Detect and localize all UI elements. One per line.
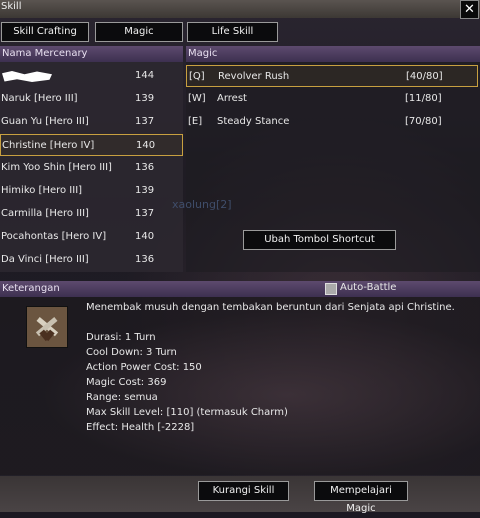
mercenary-row[interactable]: Kim Yoo Shin [Hero III] 136 [0,157,183,179]
mercenary-name: Kim Yoo Shin [Hero III] [1,162,112,173]
skill-cooldown: Cool Down: 3 Turn [86,347,177,358]
mercenary-name: Himiko [Hero III] [1,185,83,196]
skill-hotkey: [W] [188,93,206,104]
skill-name: Arrest [217,93,247,104]
mercenary-level: 137 [135,208,155,219]
tab-skill-crafting[interactable]: Skill Crafting [1,22,89,42]
mercenary-row[interactable]: Guan Yu [Hero III] 137 [0,111,183,133]
skill-row[interactable]: [E] Steady Stance [70/80] [186,111,478,133]
skill-summary: Menembak musuh dengan tembakan beruntun … [86,302,455,313]
skill-points: [40/80] [406,71,443,82]
skill-action-power-cost: Action Power Cost: 150 [86,362,202,373]
close-button[interactable]: ✕ [460,0,479,19]
mercenary-level: 140 [135,231,155,242]
mercenary-name: Guan Yu [Hero III] [1,116,89,127]
mercenary-row[interactable]: Himiko [Hero III] 139 [0,180,183,202]
mercenary-level: 140 [136,140,156,151]
mercenary-level: 136 [135,254,155,265]
mercenary-row[interactable]: Da Vinci [Hero III] 136 [0,249,183,271]
change-shortcut-button[interactable]: Ubah Tombol Shortcut [243,230,396,250]
mercenary-name: Pocahontas [Hero IV] [1,231,107,242]
auto-battle-label: Auto-Battle [340,282,397,293]
mercenary-row[interactable]: Carmilla [Hero III] 137 [0,203,183,225]
mercenary-name: Carmilla [Hero III] [1,208,89,219]
skill-name: Revolver Rush [218,71,290,82]
mercenary-row[interactable]: Pocahontas [Hero IV] 140 [0,226,183,248]
mercenary-name: Naruk [Hero III] [1,93,78,104]
mercenary-row[interactable]: 144 [0,65,183,87]
skill-window: Skill ✕ Skill Crafting Magic Life Skill … [0,0,480,514]
skill-row-selected[interactable]: [Q] Revolver Rush [40/80] [186,65,478,87]
skill-hotkey: [E] [188,116,203,127]
mercenary-level: 139 [135,185,155,196]
close-icon: ✕ [464,2,475,17]
reduce-skill-button[interactable]: Kurangi Skill [198,481,289,501]
title-bar: Skill [0,0,480,18]
skill-points: [11/80] [405,93,442,104]
mercenary-level: 139 [135,93,155,104]
skill-effect: Effect: Health [-2228] [86,422,195,433]
mercenary-list-header: Nama Mercenary [0,46,183,62]
tab-magic[interactable]: Magic [95,22,183,42]
mercenary-row[interactable]: Naruk [Hero III] 139 [0,88,183,110]
skill-icon [26,306,68,348]
skill-points: [70/80] [405,116,442,127]
skill-range: Range: semua [86,392,158,403]
mercenary-level: 144 [135,70,155,81]
auto-battle-checkbox[interactable] [325,283,337,295]
tab-life-skill[interactable]: Life Skill [187,22,278,42]
mercenary-level: 136 [135,162,155,173]
mercenary-name: Christine [Hero IV] [2,140,95,151]
learn-magic-button[interactable]: Mempelajari Magic [314,481,408,514]
window-title: Skill [1,1,22,12]
description-header: Keterangan [0,281,480,297]
skill-max-level: Max Skill Level: [110] (termasuk Charm) [86,407,288,418]
skill-magic-cost: Magic Cost: 369 [86,377,167,388]
magic-list-header: Magic [186,46,480,62]
player-watermark: xaolung[2] [172,198,232,211]
crossed-revolvers-icon [27,307,67,347]
skill-name: Steady Stance [217,116,290,127]
mercenary-level: 137 [135,116,155,127]
skill-duration: Durasi: 1 Turn [86,332,156,343]
description-panel [0,297,480,475]
skill-hotkey: [Q] [189,71,205,82]
mercenary-row-selected[interactable]: Christine [Hero IV] 140 [0,134,183,156]
mercenary-name: Da Vinci [Hero III] [1,254,89,265]
censored-name [2,71,52,82]
skill-row[interactable]: [W] Arrest [11/80] [186,88,478,110]
